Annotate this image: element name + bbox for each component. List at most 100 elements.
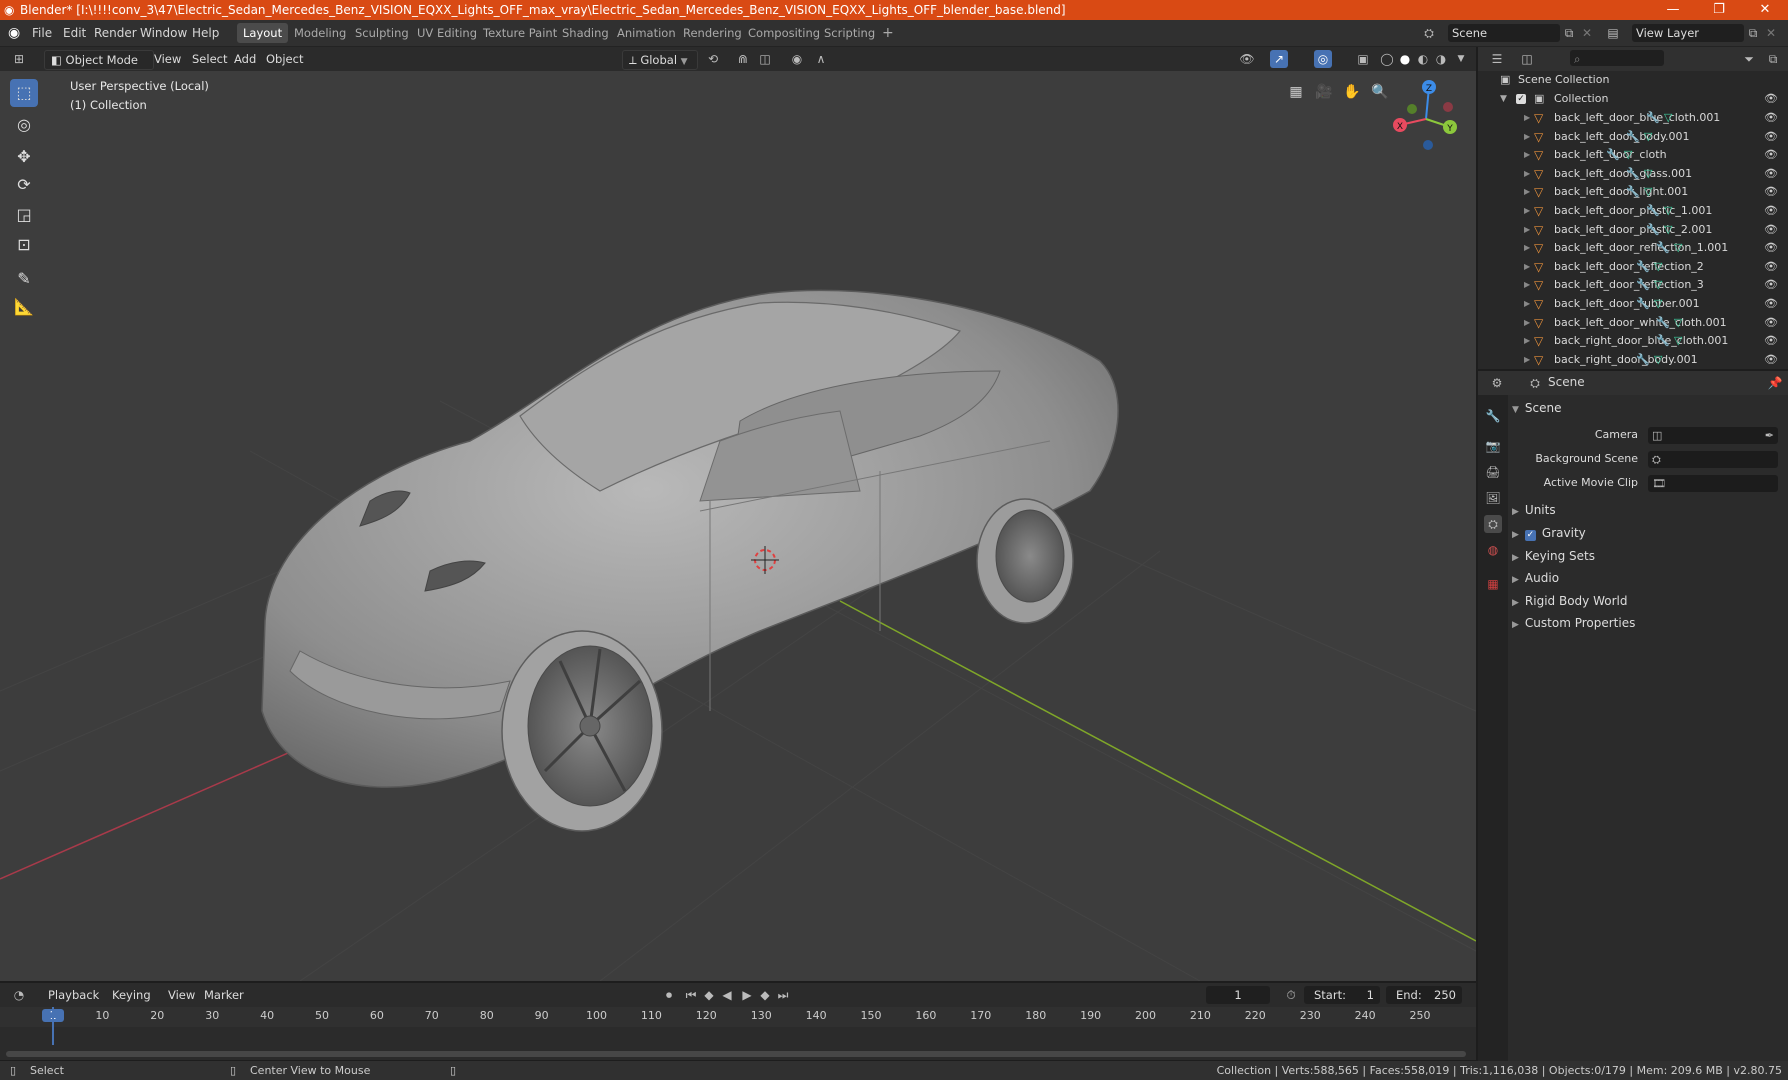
select-box-tool-icon[interactable]: ⬚	[10, 79, 38, 107]
tab-animation[interactable]: Animation	[611, 23, 682, 43]
auto-keying-icon[interactable]: ⏺	[660, 986, 678, 1004]
visibility-eye-icon[interactable]: 👁	[1764, 295, 1778, 313]
outliner-collection[interactable]: ▼ ✓ ▣ Collection 👁	[1478, 90, 1788, 108]
custom-properties-panel-header[interactable]: ▶ Custom Properties	[1512, 613, 1635, 633]
maximize-button[interactable]: ❐	[1696, 0, 1742, 20]
mesh-data-icon[interactable]: ▽	[1654, 258, 1662, 276]
tool-tab-icon[interactable]: 🔧	[1484, 407, 1502, 425]
visibility-eye-icon[interactable]: 👁	[1764, 109, 1778, 127]
visibility-eye-icon[interactable]: 👁	[1764, 276, 1778, 294]
playhead[interactable]	[52, 1007, 54, 1045]
toggle-camera-view-icon[interactable]: ▦	[1284, 80, 1308, 104]
menu-keying[interactable]: Keying	[106, 986, 157, 1004]
visibility-eye-icon[interactable]: 👁	[1764, 202, 1778, 220]
mode-dropdown[interactable]: ◧ Object Mode ▼	[44, 50, 154, 85]
timeline-area[interactable]: 1102030405060708090100110120130140150160…	[0, 1007, 1476, 1060]
solid-shading-icon[interactable]: ●	[1396, 50, 1414, 68]
expand-triangle-icon[interactable]: ▶	[1524, 276, 1530, 294]
pin-icon[interactable]: 📌	[1766, 374, 1784, 392]
expand-triangle-icon[interactable]: ▶	[1524, 295, 1530, 313]
modifier-wrench-icon[interactable]: 🔧	[1646, 221, 1660, 239]
start-frame-field[interactable]: Start: 1	[1304, 986, 1380, 1004]
proportional-edit-icon[interactable]: ◉	[788, 50, 806, 68]
scene-browse-icon[interactable]: ⛭	[1420, 24, 1438, 42]
visibility-eye-icon[interactable]: 👁	[1764, 146, 1778, 164]
render-tab-icon[interactable]: 📷	[1484, 437, 1502, 455]
frame-ruler[interactable]: 1102030405060708090100110120130140150160…	[0, 1007, 1476, 1027]
view-layer-field[interactable]: View Layer	[1632, 24, 1744, 42]
mesh-data-icon[interactable]: ▽	[1664, 221, 1672, 239]
visibility-filter-icon[interactable]: 👁	[1238, 50, 1256, 68]
play-icon[interactable]: ▶	[738, 986, 756, 1004]
visibility-eye-icon[interactable]: 👁	[1764, 332, 1778, 350]
keying-sets-panel-header[interactable]: ▶ Keying Sets	[1512, 546, 1595, 566]
outliner-item[interactable]: ▶ ▽ back_left_door_reflection_3 🔧 ▽ 👁	[1478, 276, 1788, 294]
rendered-shading-icon[interactable]: ◑	[1432, 50, 1450, 68]
outliner-item[interactable]: ▶ ▽ back_left_door_light.001 🔧 ▽ 👁	[1478, 183, 1788, 201]
scene-panel-header[interactable]: ▼ Scene	[1512, 398, 1562, 418]
mesh-data-icon[interactable]: ▽	[1664, 202, 1672, 220]
play-reverse-icon[interactable]: ◀	[718, 986, 736, 1004]
mesh-data-icon[interactable]: ▽	[1644, 165, 1652, 183]
expand-triangle-icon[interactable]: ▶	[1524, 202, 1530, 220]
scene-field[interactable]: Scene	[1448, 24, 1560, 42]
menu-file[interactable]: File	[32, 20, 52, 46]
outliner-item[interactable]: ▶ ▽ back_left_door_blue_cloth.001 🔧 ▽ 👁	[1478, 109, 1788, 127]
expand-triangle-icon[interactable]: ▶	[1524, 183, 1530, 201]
view-layer-browse-icon[interactable]: ▤	[1604, 24, 1622, 42]
filter-icon[interactable]: ⏷	[1740, 50, 1758, 68]
modifier-wrench-icon[interactable]: 🔧	[1626, 183, 1640, 201]
outliner-item[interactable]: ▶ ▽ back_left_door_plastic_2.001 🔧 ▽ 👁	[1478, 221, 1788, 239]
outliner-scene-collection[interactable]: ▣ Scene Collection	[1478, 71, 1788, 89]
gizmo-toggle-icon[interactable]: ↗	[1270, 50, 1288, 68]
modifier-wrench-icon[interactable]: 🔧	[1636, 276, 1650, 294]
texture-tab-icon[interactable]: ▦	[1484, 575, 1502, 593]
menu-select[interactable]: Select	[186, 50, 233, 68]
expand-triangle-icon[interactable]: ▶	[1524, 128, 1530, 146]
close-button[interactable]: ✕	[1742, 0, 1788, 20]
expand-triangle-icon[interactable]: ▶	[1524, 109, 1530, 127]
visibility-eye-icon[interactable]: 👁	[1764, 183, 1778, 201]
mesh-data-icon[interactable]: ▽	[1674, 314, 1682, 332]
modifier-wrench-icon[interactable]: 🔧	[1646, 202, 1660, 220]
outliner-item[interactable]: ▶ ▽ back_left_door_white_cloth.001 🔧 ▽ 👁	[1478, 314, 1788, 332]
active-movie-clip-field[interactable]: 🎞	[1648, 475, 1778, 492]
next-keyframe-icon[interactable]: ◆	[756, 986, 774, 1004]
modifier-wrench-icon[interactable]: 🔧	[1636, 258, 1650, 276]
overlay-toggle-icon[interactable]: ◎	[1314, 50, 1332, 68]
move-tool-icon[interactable]: ✥	[10, 143, 38, 171]
properties-editor-type-icon[interactable]: ⚙	[1488, 374, 1506, 392]
mesh-data-icon[interactable]: ▽	[1674, 332, 1682, 350]
menu-marker[interactable]: Marker	[198, 986, 250, 1004]
visibility-eye-icon[interactable]: 👁	[1764, 128, 1778, 146]
menu-timeline-view[interactable]: View	[162, 986, 201, 1004]
snap-target-icon[interactable]: ◫	[756, 50, 774, 68]
output-tab-icon[interactable]: 🖨	[1484, 463, 1502, 481]
3d-viewport[interactable]: ⬚ ◎ ✥ ⟳ ◲ ⊡ ✎ 📐 User Perspective (Local)…	[0, 71, 1476, 981]
outliner-item[interactable]: ▶ ▽ back_left_door_reflection_1.001 🔧 ▽ 👁	[1478, 239, 1788, 257]
modifier-wrench-icon[interactable]: 🔧	[1626, 128, 1640, 146]
tab-scripting[interactable]: Scripting	[818, 23, 881, 43]
mesh-data-icon[interactable]: ▽	[1654, 295, 1662, 313]
visibility-eye-icon[interactable]: 👁	[1764, 239, 1778, 257]
pan-hand-icon[interactable]: ✋	[1340, 80, 1364, 104]
units-panel-header[interactable]: ▶ Units	[1512, 500, 1556, 520]
menu-playback[interactable]: Playback	[42, 986, 105, 1004]
mesh-data-icon[interactable]: ▽	[1644, 128, 1652, 146]
visibility-eye-icon[interactable]: 👁	[1764, 351, 1778, 369]
outliner-item[interactable]: ▶ ▽ back_right_door_blue_cloth.001 🔧 ▽ 👁	[1478, 332, 1788, 350]
gravity-panel-header[interactable]: ▶ ✓ Gravity	[1512, 523, 1586, 543]
menu-view[interactable]: View	[148, 50, 187, 68]
visibility-eye-icon[interactable]: 👁	[1764, 90, 1778, 108]
modifier-wrench-icon[interactable]: 🔧	[1646, 109, 1660, 127]
audio-panel-header[interactable]: ▶ Audio	[1512, 568, 1559, 588]
view-layer-tab-icon[interactable]: 🖼	[1484, 489, 1502, 507]
preview-range-icon[interactable]: ⏱	[1282, 986, 1300, 1004]
navigation-gizmo[interactable]: Z X Y	[1386, 75, 1466, 155]
visibility-eye-icon[interactable]: 👁	[1764, 221, 1778, 239]
transform-orientation-dropdown[interactable]: ⟂ Global ▼	[622, 50, 698, 70]
tab-shading[interactable]: Shading	[556, 23, 615, 43]
modifier-wrench-icon[interactable]: 🔧	[1636, 351, 1650, 369]
rotate-tool-icon[interactable]: ⟳	[10, 171, 38, 199]
xray-icon[interactable]: ▣	[1354, 50, 1372, 68]
